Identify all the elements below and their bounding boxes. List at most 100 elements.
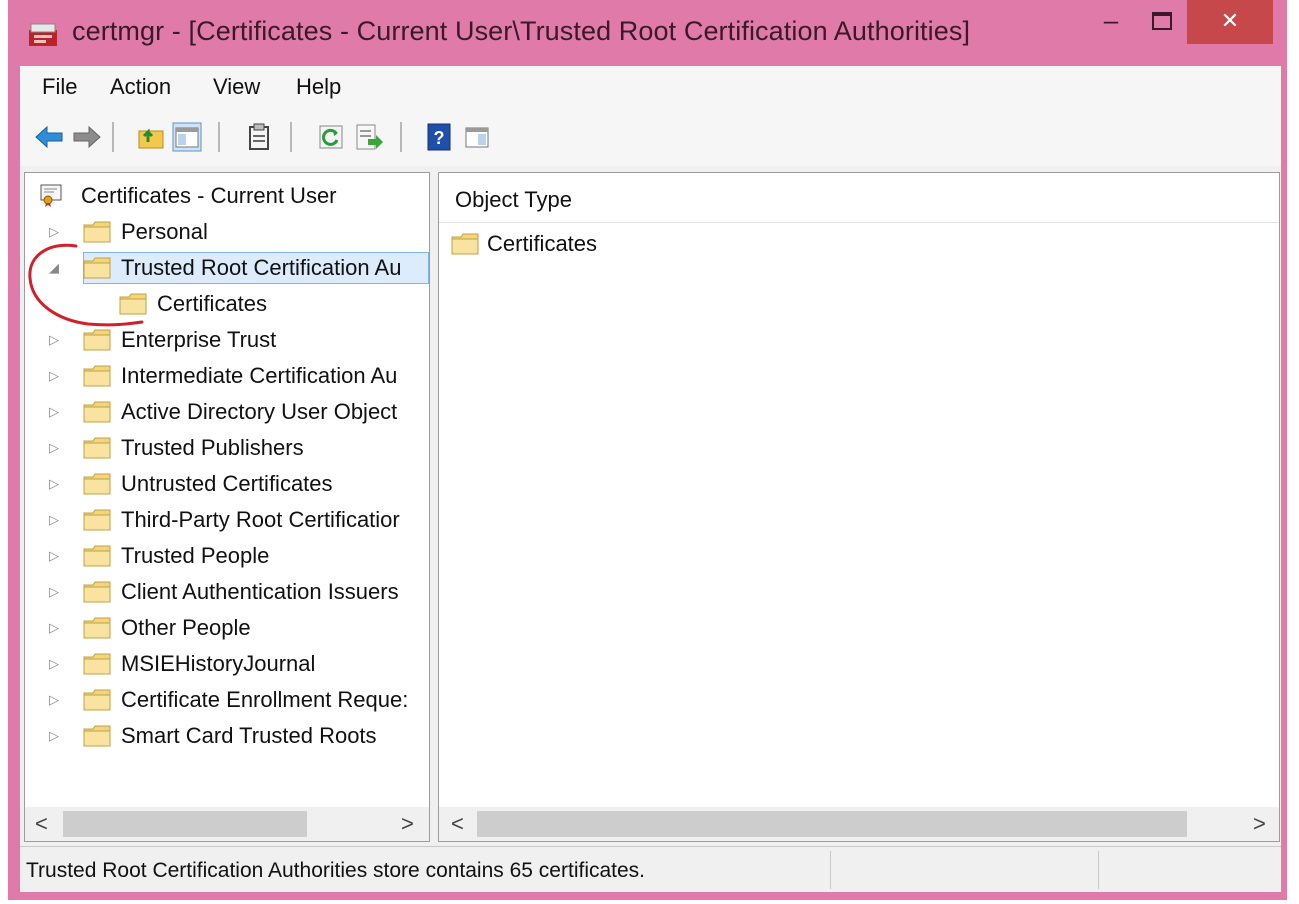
tree-item[interactable]: ▷ Smart Card Trusted Roots [25, 719, 429, 755]
tree-item[interactable]: ▷ Personal [25, 215, 429, 251]
maximize-icon [1152, 12, 1172, 30]
maximize-button[interactable] [1141, 0, 1183, 44]
help-icon[interactable]: ? [424, 122, 454, 152]
forward-arrow-icon[interactable] [72, 122, 102, 152]
list-item-label: Certificates [487, 231, 598, 256]
tree-item-label: Intermediate Certification Au [121, 363, 398, 388]
expand-arrow-icon[interactable]: ▷ [49, 477, 61, 491]
close-button[interactable]: ✕ [1187, 0, 1273, 44]
toolbar-separator [400, 122, 402, 152]
expand-arrow-icon[interactable]: ▷ [49, 585, 61, 599]
tree-item[interactable]: ▷ Client Authentication Issuers [25, 575, 429, 611]
back-arrow-icon[interactable] [34, 122, 64, 152]
title-bar[interactable]: certmgr - [Certificates - Current User\T… [8, 0, 1287, 66]
tree-pane[interactable]: Certificates - Current User ▷ Personal ◢ Tr… [24, 172, 430, 842]
expand-arrow-icon[interactable]: ▷ [49, 513, 61, 527]
tree-item[interactable]: ▷ Trusted Publishers [25, 431, 429, 467]
refresh-icon[interactable] [316, 122, 346, 152]
folder-icon [119, 293, 147, 315]
tree-item[interactable]: ▷ Active Directory User Object [25, 395, 429, 431]
tree-item-label: Client Authentication Issuers [121, 579, 399, 604]
toolbar: ? [20, 110, 1281, 166]
tree-item[interactable]: ▷ MSIEHistoryJournal [25, 647, 429, 683]
scroll-right-arrow[interactable]: > [401, 811, 414, 837]
folder-icon [83, 401, 111, 423]
folder-icon [83, 653, 111, 675]
expand-arrow-icon[interactable]: ▷ [49, 729, 61, 743]
minimize-button[interactable]: – [1091, 0, 1131, 44]
tree-item-label: Enterprise Trust [121, 327, 277, 352]
scroll-left-arrow[interactable]: < [35, 811, 48, 837]
tree-item-label: Smart Card Trusted Roots [121, 723, 377, 748]
tree-item-label: Trusted Publishers [121, 435, 304, 460]
content-area: Certificates - Current User ▷ Personal ◢ Tr… [20, 166, 1281, 846]
folder-icon [83, 473, 111, 495]
collapse-arrow-icon[interactable]: ◢ [49, 261, 61, 275]
scrollbar-thumb[interactable] [63, 811, 307, 837]
tree-item-label: MSIEHistoryJournal [121, 651, 316, 676]
show-hide-action-pane-icon[interactable] [462, 122, 492, 152]
column-header-label: Object Type [455, 187, 572, 212]
tree-item[interactable]: ▷ Other People [25, 611, 429, 647]
status-divider [1098, 851, 1099, 889]
status-divider [830, 851, 831, 889]
export-list-icon[interactable] [354, 122, 384, 152]
tree-item[interactable]: ▷ Intermediate Certification Au [25, 359, 429, 395]
properties-icon[interactable] [244, 122, 274, 152]
expand-arrow-icon[interactable]: ▷ [49, 549, 61, 563]
scroll-right-arrow[interactable]: > [1253, 811, 1266, 837]
tree-item[interactable]: ◢ Trusted Root Certification Au [25, 251, 429, 287]
expand-arrow-icon[interactable]: ▷ [49, 657, 61, 671]
expand-arrow-icon[interactable]: ▷ [49, 369, 61, 383]
toolbar-separator [290, 122, 292, 152]
status-text: Trusted Root Certification Authorities s… [26, 859, 646, 882]
folder-icon [83, 329, 111, 351]
tree-item-label: Trusted Root Certification Au [121, 255, 402, 280]
folder-icon [83, 221, 111, 243]
folder-icon [83, 725, 111, 747]
show-hide-tree-icon[interactable] [172, 122, 202, 152]
certificate-store-icon [40, 184, 62, 207]
tree-item-label: Trusted People [121, 543, 270, 568]
tree-item[interactable]: Certificates [25, 287, 429, 323]
details-horizontal-scrollbar[interactable]: < > [439, 807, 1279, 841]
folder-icon [83, 509, 111, 531]
tree-item-label: Certificates [157, 291, 268, 316]
expand-arrow-icon[interactable]: ▷ [49, 225, 61, 239]
tree-item[interactable]: ▷ Trusted People [25, 539, 429, 575]
tree-item[interactable]: ▷ Third-Party Root Certificatior [25, 503, 429, 539]
menu-view[interactable]: View [213, 74, 260, 100]
menu-help[interactable]: Help [296, 74, 341, 100]
menu-file[interactable]: File [42, 74, 77, 100]
expand-arrow-icon[interactable]: ▷ [49, 333, 61, 347]
menu-action[interactable]: Action [110, 74, 171, 100]
folder-icon [83, 581, 111, 603]
window-title: certmgr - [Certificates - Current User\T… [72, 16, 971, 46]
folder-icon [451, 233, 479, 255]
tree-item-label: Third-Party Root Certificatior [121, 507, 400, 532]
scroll-left-arrow[interactable]: < [451, 811, 464, 837]
tree-item-label: Personal [121, 219, 208, 244]
tree-item-label: Untrusted Certificates [121, 471, 333, 496]
expand-arrow-icon[interactable]: ▷ [49, 693, 61, 707]
app-window: certmgr - [Certificates - Current User\T… [8, 0, 1287, 900]
tree-item[interactable]: ▷ Enterprise Trust [25, 323, 429, 359]
tree-horizontal-scrollbar[interactable]: < > [25, 807, 429, 841]
up-folder-icon[interactable] [136, 122, 166, 152]
tree-item[interactable]: ▷ Untrusted Certificates [25, 467, 429, 503]
expand-arrow-icon[interactable]: ▷ [49, 441, 61, 455]
menu-bar: File Action View Help [20, 66, 1281, 110]
folder-icon [83, 617, 111, 639]
tree-root-label: Certificates - Current User [81, 183, 337, 208]
folder-icon [83, 257, 111, 279]
toolbar-separator [112, 122, 114, 152]
tree-item-label: Active Directory User Object [121, 399, 398, 424]
column-header-object-type[interactable]: Object Type [439, 173, 1279, 223]
details-pane[interactable]: Object Type Certificates < > [438, 172, 1280, 842]
expand-arrow-icon[interactable]: ▷ [49, 621, 61, 635]
expand-arrow-icon[interactable]: ▷ [49, 405, 61, 419]
svg-text:?: ? [434, 128, 445, 148]
tree-item[interactable]: ▷ Certificate Enrollment Reque: [25, 683, 429, 719]
folder-icon [83, 365, 111, 387]
scrollbar-thumb[interactable] [477, 811, 1187, 837]
